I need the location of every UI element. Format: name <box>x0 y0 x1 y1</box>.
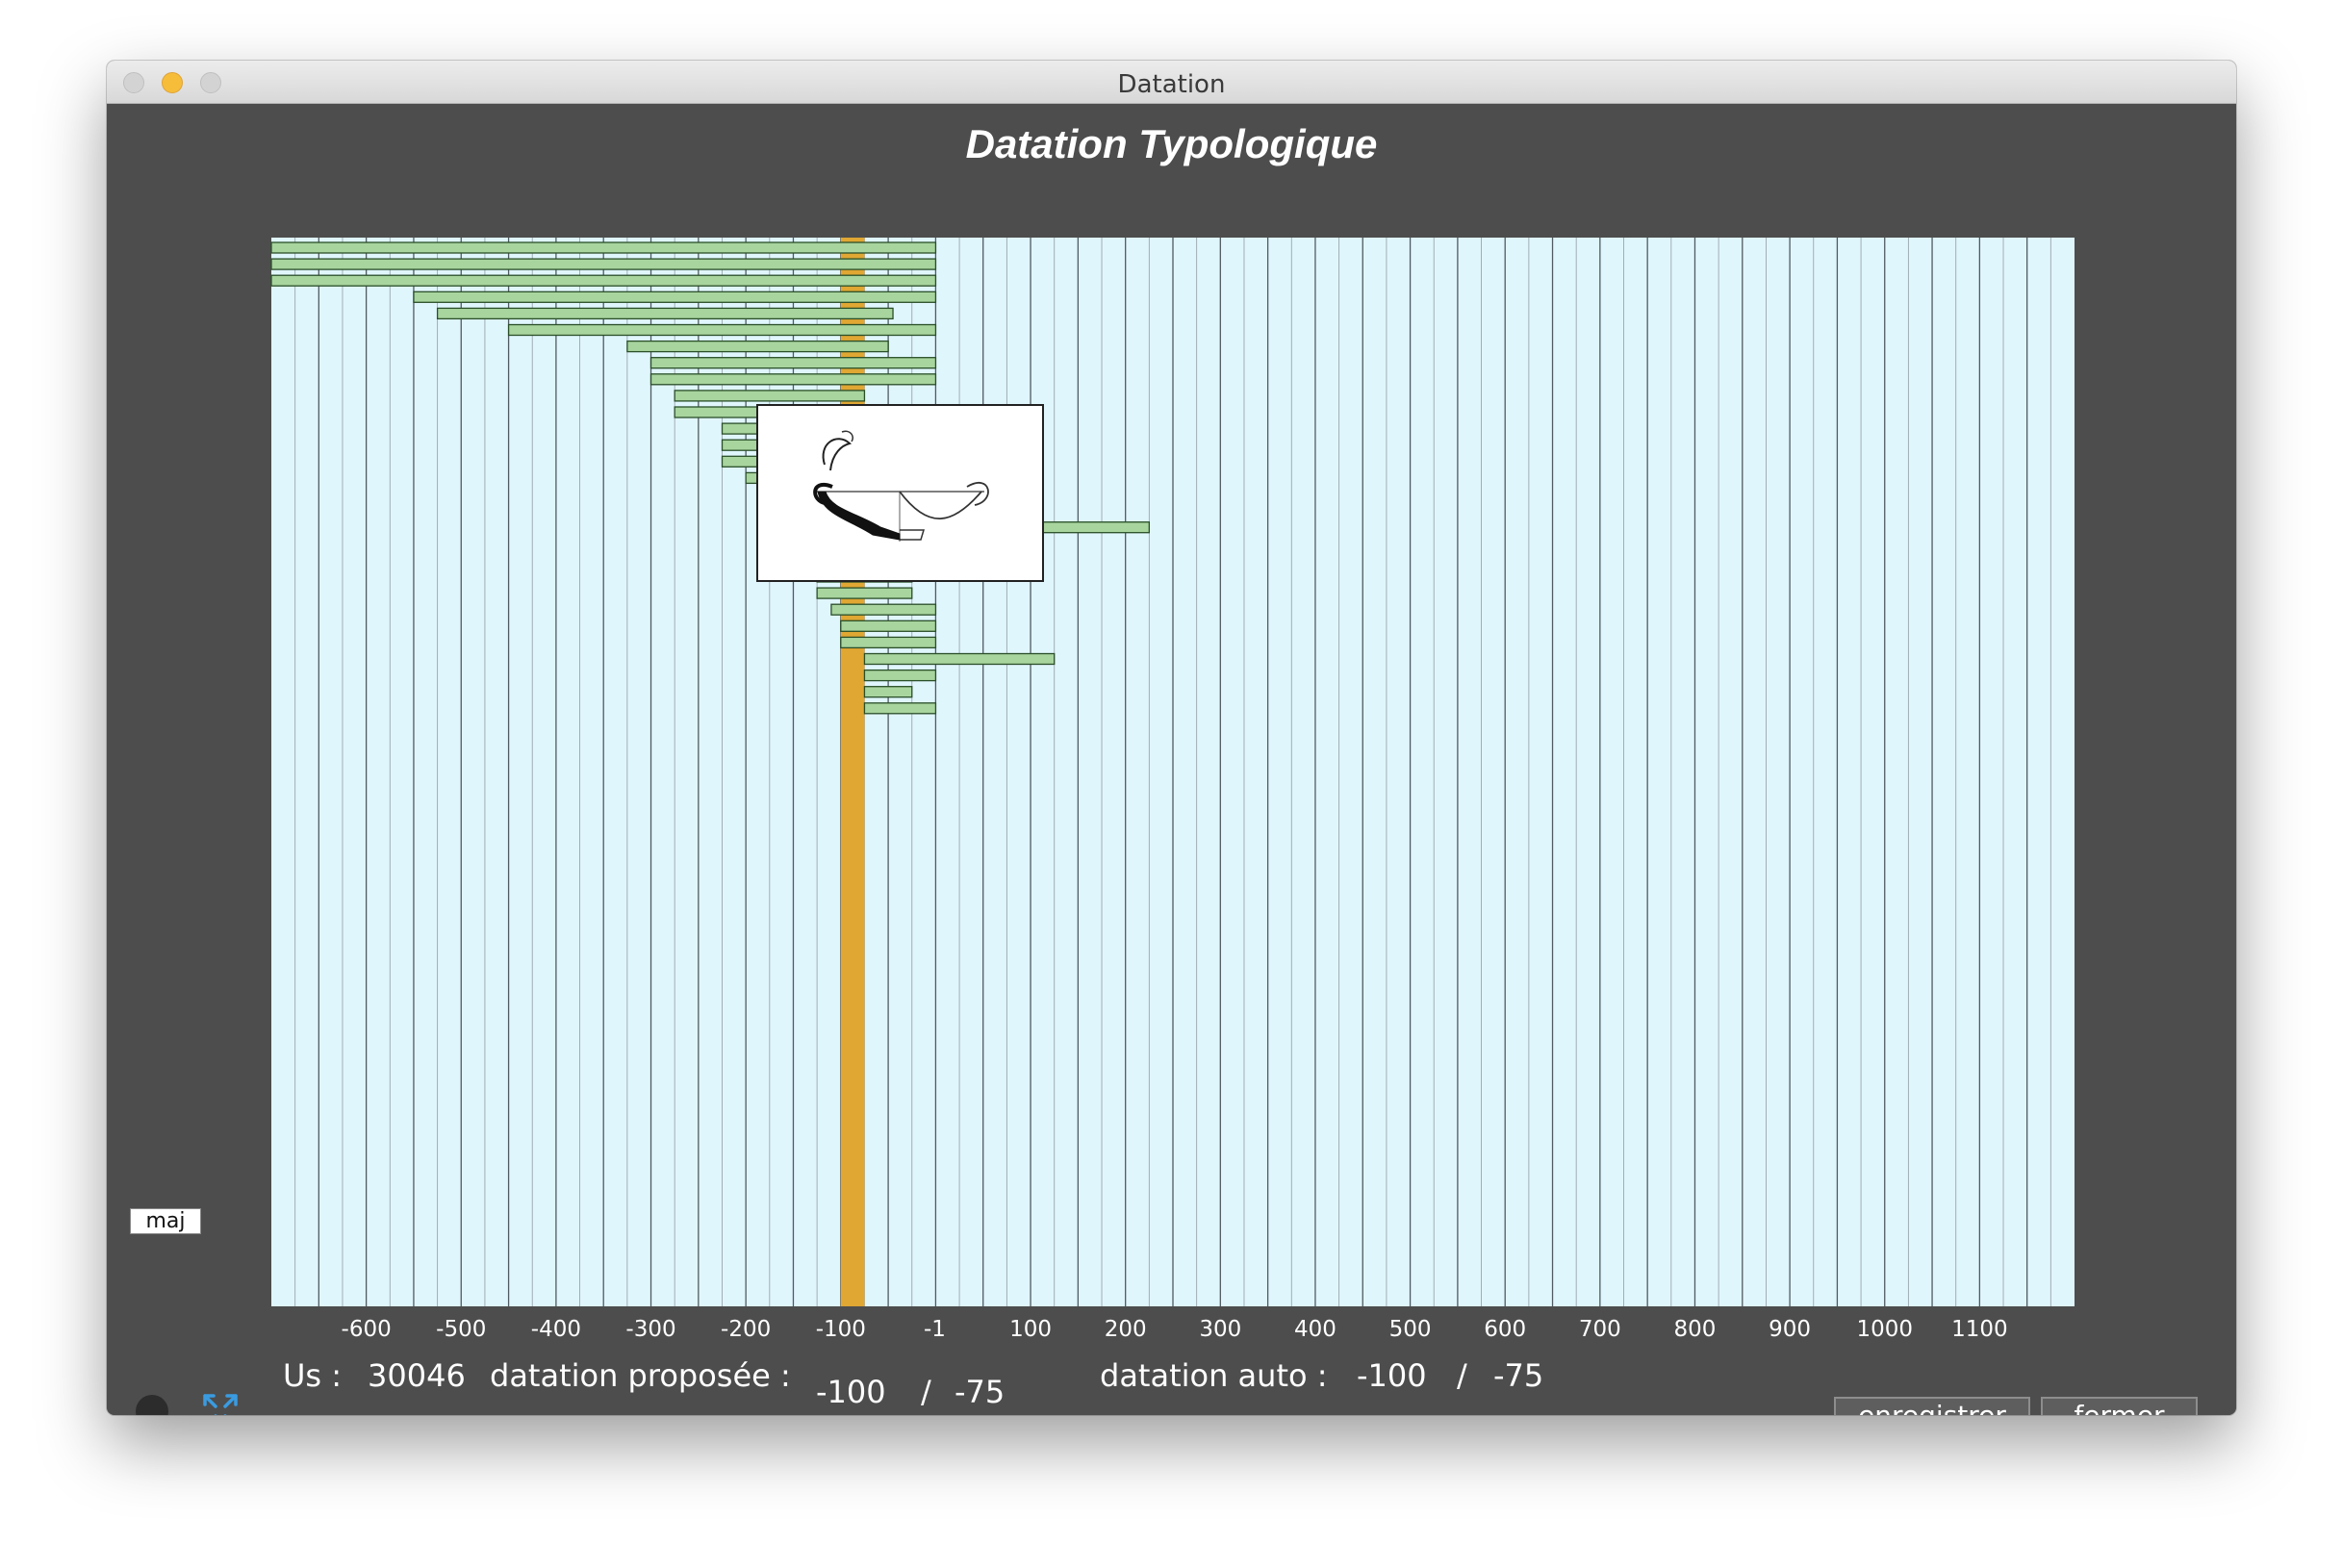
title-bar[interactable]: Datation <box>107 61 2236 104</box>
x-tick-label: 600 <box>1484 1317 1526 1342</box>
content-area: Datation Typologique -600 -500 -400 -300 -20… <box>107 104 2236 1415</box>
range-bar <box>830 603 937 616</box>
x-tick-label: -100 <box>816 1317 866 1342</box>
range-bar <box>863 686 913 698</box>
range-bar <box>649 373 937 386</box>
range-bar <box>270 241 937 254</box>
x-tick-label: 700 <box>1579 1317 1621 1342</box>
x-tick-label: 800 <box>1674 1317 1717 1342</box>
auto-date-label: datation auto : <box>1100 1357 1328 1394</box>
us-value: 30046 <box>368 1357 466 1394</box>
proposed-date-separator: / <box>921 1374 931 1410</box>
range-bar <box>674 390 866 402</box>
x-tick-label: 1000 <box>1856 1317 1913 1342</box>
range-bar <box>816 587 913 599</box>
proposed-date-to[interactable]: -75 <box>955 1374 1005 1410</box>
dating-chart: -600 -500 -400 -300 -200 -100 -1 100 200 300 400 50… <box>270 238 2075 1342</box>
proposed-date-label: datation proposée : <box>490 1357 791 1394</box>
datation-window: Datation Datation Typologique -600 -500 -4… <box>107 61 2236 1415</box>
range-bar <box>863 669 937 682</box>
save-button[interactable]: enregistrer <box>1834 1397 2030 1415</box>
window-title: Datation <box>1117 70 1226 99</box>
range-bar <box>626 340 889 353</box>
x-tick-label: 900 <box>1769 1317 1811 1342</box>
range-bar <box>413 291 937 303</box>
range-bar <box>270 274 937 287</box>
range-bar <box>270 258 937 270</box>
x-tick-label: 400 <box>1294 1317 1336 1342</box>
auto-date-from: -100 <box>1357 1357 1427 1394</box>
range-bar <box>840 636 937 649</box>
pottery-cup-image <box>756 404 1044 582</box>
range-bar <box>840 620 937 632</box>
us-label: Us : <box>283 1357 343 1394</box>
x-tick-label: -300 <box>625 1317 675 1342</box>
x-tick-label: -200 <box>721 1317 771 1342</box>
x-tick-label: 100 <box>1009 1317 1052 1342</box>
range-bar <box>863 652 1056 666</box>
range-bar <box>436 307 894 320</box>
x-tick-label: 200 <box>1105 1317 1147 1342</box>
x-tick-label: -400 <box>531 1317 581 1342</box>
auto-date-to: -75 <box>1493 1357 1544 1394</box>
expand-icon[interactable] <box>201 1392 240 1415</box>
proposed-date-from[interactable]: -100 <box>816 1374 886 1410</box>
close-button[interactable]: fermer <box>2041 1397 2198 1415</box>
x-tick-label: -1 <box>924 1317 946 1342</box>
range-bar <box>507 323 937 337</box>
x-tick-label: -600 <box>342 1317 392 1342</box>
maj-button[interactable]: maj <box>130 1208 201 1234</box>
range-bar <box>863 702 937 715</box>
auto-date-separator: / <box>1457 1357 1467 1394</box>
x-tick-label: 1100 <box>1951 1317 2008 1342</box>
x-tick-label: -500 <box>436 1317 486 1342</box>
x-tick-label: 500 <box>1389 1317 1432 1342</box>
x-tick-label: 300 <box>1199 1317 1241 1342</box>
range-bar <box>649 357 937 369</box>
